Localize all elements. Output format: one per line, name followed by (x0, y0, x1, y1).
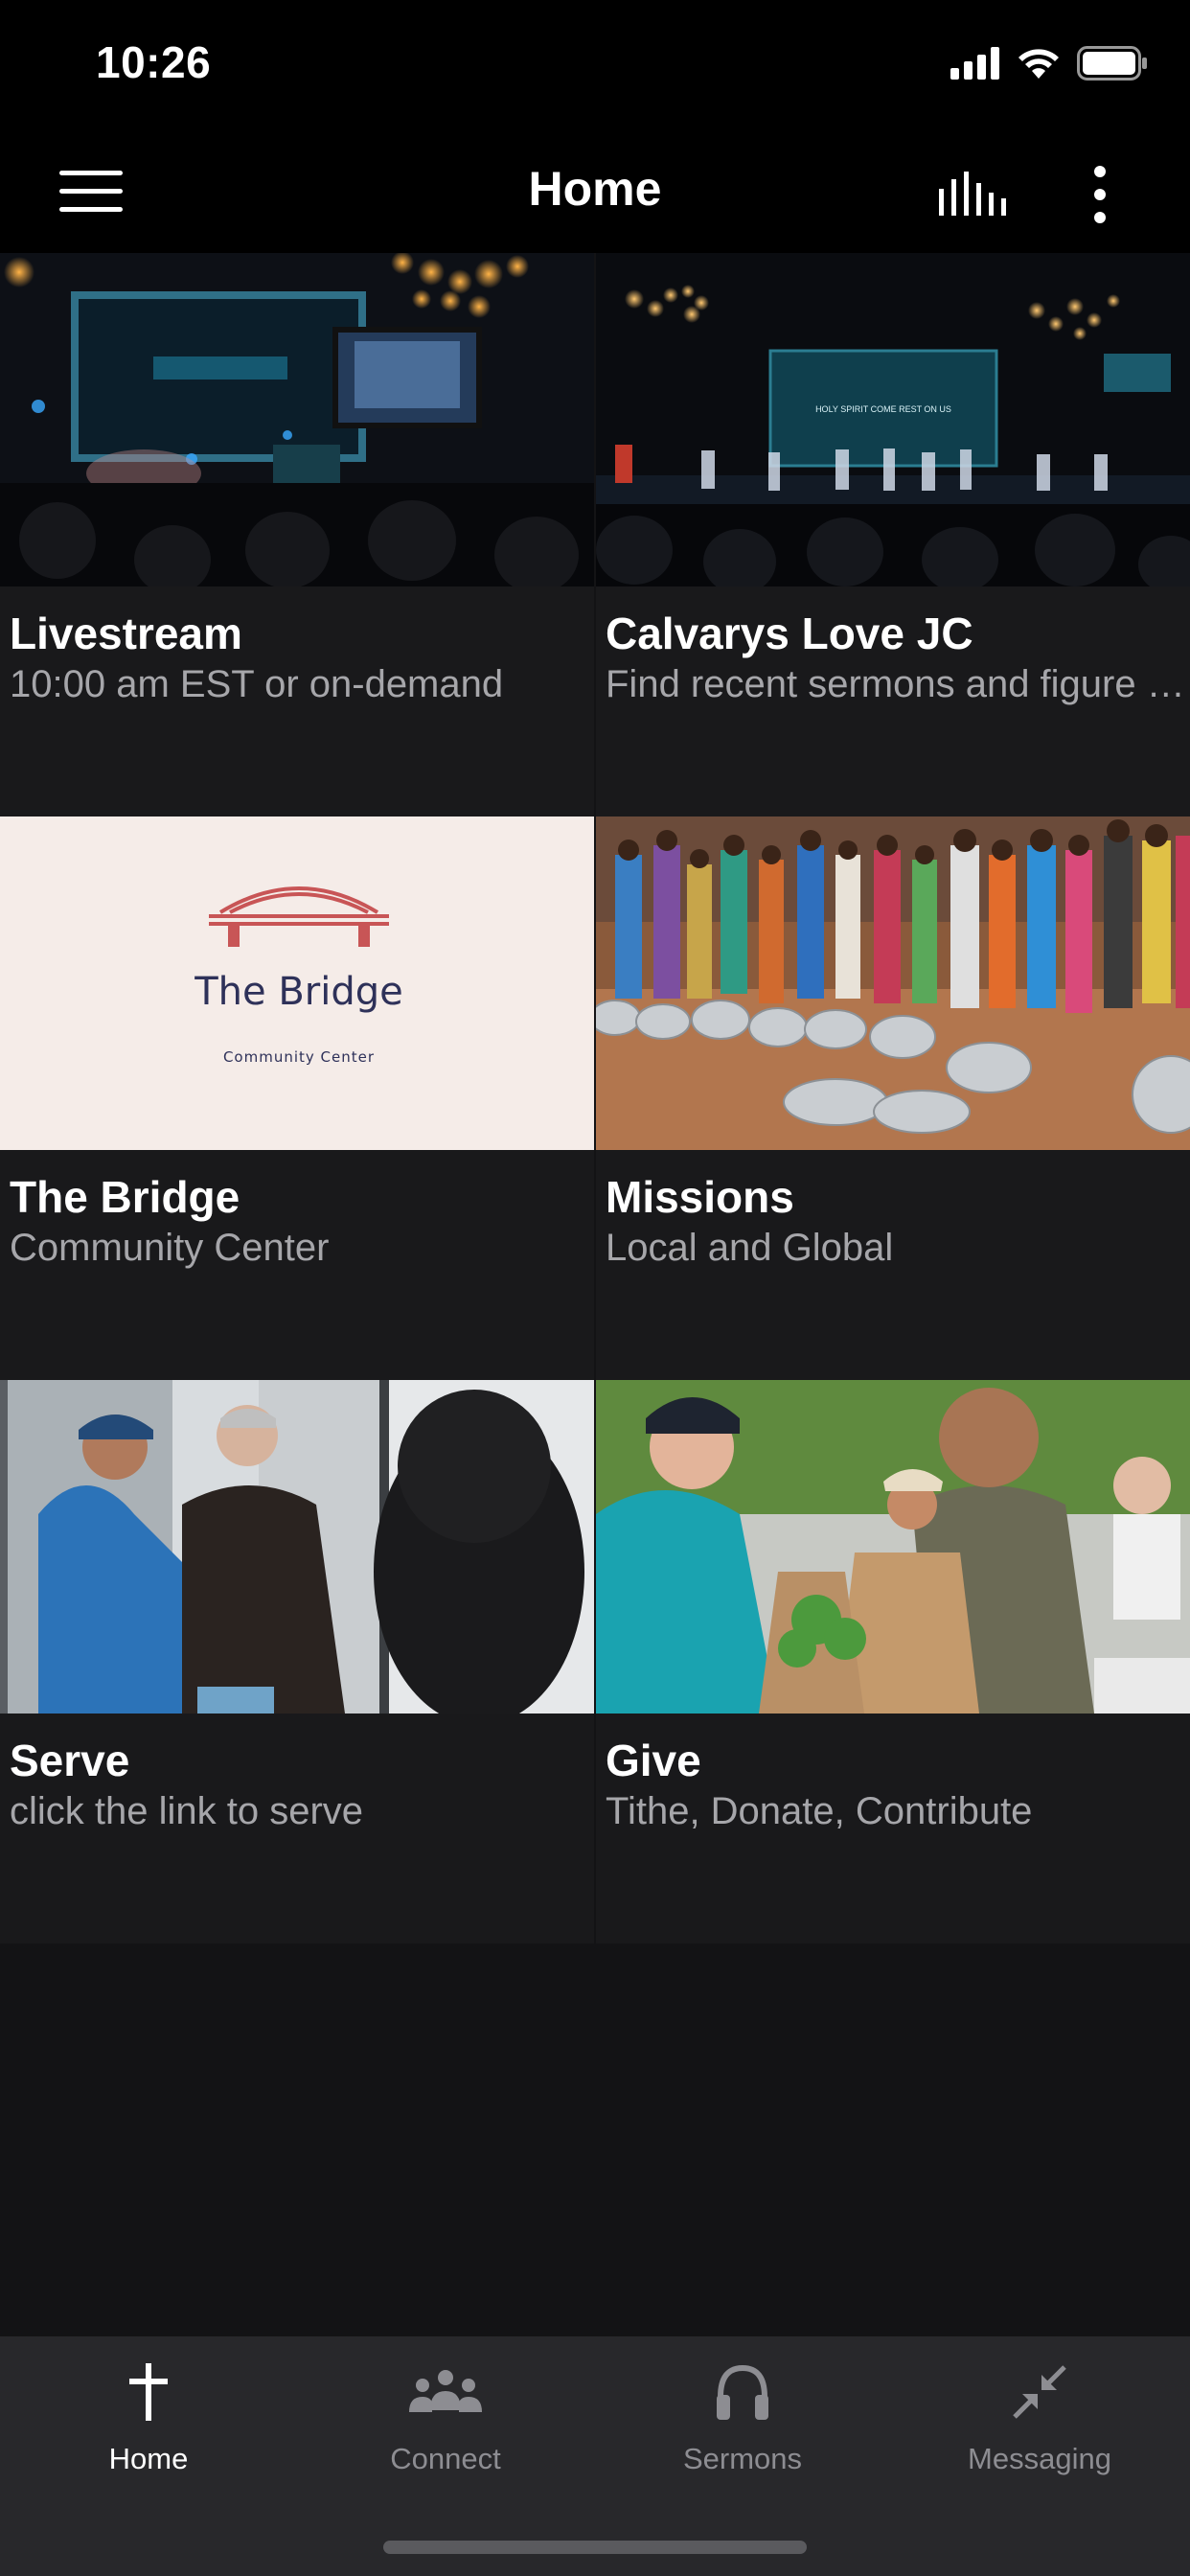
more-options-button[interactable] (1064, 153, 1136, 240)
app-bar: Home (0, 134, 1190, 253)
tile-subtitle: Local and Global (606, 1227, 894, 1269)
tile-give[interactable]: Give Tithe, Donate, Contribute (596, 1380, 1190, 1944)
home-indicator[interactable] (383, 2541, 807, 2554)
tile-title: Give (606, 1736, 701, 1785)
tile-subtitle: Tithe, Donate, Contribute (606, 1790, 1033, 1832)
tab-connect[interactable]: Connect (297, 2356, 594, 2490)
more-vertical-icon (1093, 165, 1107, 229)
audio-player-button[interactable] (920, 159, 1025, 232)
headphones-icon (715, 2362, 770, 2426)
tab-label: Home (108, 2442, 189, 2475)
tile-title: The Bridge (10, 1172, 240, 1222)
status-bar: 10:26 (0, 0, 1190, 134)
cross-icon (129, 2362, 168, 2426)
screen-lyrics-text: HOLY SPIRIT COME REST ON US (815, 404, 951, 414)
tab-messaging[interactable]: Messaging (891, 2356, 1188, 2490)
tab-label: Sermons (682, 2442, 803, 2475)
status-time: 10:26 (96, 37, 212, 87)
tile-title: Livestream (10, 609, 242, 658)
livestream-image (0, 253, 594, 586)
tile-subtitle: Find recent sermons and figure out what'… (606, 663, 1190, 705)
battery-icon (1077, 46, 1148, 85)
tile-title: Calvarys Love JC (606, 609, 973, 658)
serve-image (0, 1380, 594, 1714)
tile-livestream[interactable]: Livestream 10:00 am EST or on-demand (0, 253, 594, 816)
status-icons (950, 46, 1148, 85)
tab-label: Messaging (968, 2442, 1111, 2475)
bridge-logo-text: The Bridge (194, 970, 403, 1014)
tile-the-bridge[interactable]: The Bridge Community Center The Bridge C… (0, 816, 594, 1380)
tile-missions[interactable]: Missions Local and Global (596, 816, 1190, 1380)
bridge-logo-subtext: Community Center (223, 1048, 375, 1066)
minimize-arrows-icon (1013, 2364, 1066, 2424)
audio-bars-icon (939, 171, 1006, 220)
tab-home[interactable]: Home (0, 2356, 297, 2490)
tile-subtitle: Community Center (10, 1227, 330, 1269)
tile-title: Serve (10, 1736, 130, 1785)
group-icon (409, 2368, 482, 2421)
tile-subtitle: 10:00 am EST or on-demand (10, 663, 504, 705)
tile-serve[interactable]: Serve click the link to serve (0, 1380, 594, 1944)
tile-calvarys-love-jc[interactable]: HOLY SPIRIT COME REST ON US Calvarys Lov… (596, 253, 1190, 816)
cellular-signal-icon (950, 47, 1000, 84)
worship-band-image: HOLY SPIRIT COME REST ON US (596, 253, 1190, 586)
the-bridge-logo-image: The Bridge Community Center (0, 816, 594, 1150)
tab-label: Connect (390, 2442, 501, 2475)
give-image (596, 1380, 1190, 1714)
tile-title: Missions (606, 1172, 794, 1222)
missions-image (596, 816, 1190, 1150)
tile-subtitle: click the link to serve (10, 1790, 364, 1832)
tab-sermons[interactable]: Sermons (594, 2356, 891, 2490)
wifi-icon (1016, 46, 1062, 85)
